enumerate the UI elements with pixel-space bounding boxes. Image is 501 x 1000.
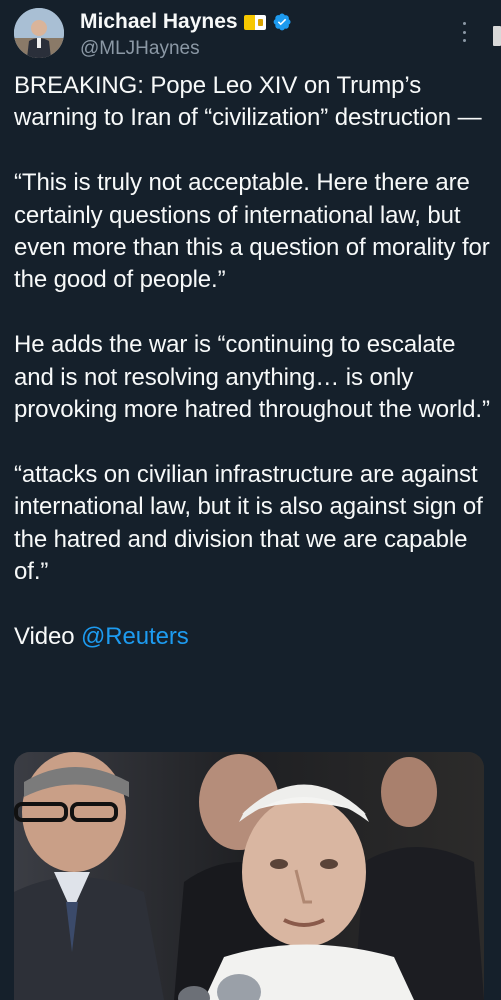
tweet-paragraph: “This is truly not acceptable. Here ther… — [14, 169, 490, 294]
tweet-view: Michael Haynes @MLJHaynes BREAKING: Pope… — [0, 0, 501, 1000]
more-options-icon[interactable] — [461, 22, 467, 42]
scrollbar-thumb[interactable] — [493, 26, 501, 46]
video-player[interactable] — [14, 752, 484, 1000]
video-thumbnail — [14, 752, 484, 1000]
video-credit-label: Video — [14, 622, 75, 650]
verified-badge-icon — [273, 13, 291, 31]
tweet-header: Michael Haynes @MLJHaynes — [14, 8, 493, 64]
tweet-paragraph: BREAKING: Pope Leo XIV on Trump’s warnin… — [14, 72, 482, 132]
avatar[interactable] — [14, 8, 64, 58]
avatar-image — [14, 8, 64, 58]
reuters-mention-link[interactable]: @Reuters — [81, 623, 189, 650]
tweet-text: BREAKING: Pope Leo XIV on Trump’s warnin… — [14, 70, 490, 653]
video-credit: Video @Reuters — [14, 621, 490, 653]
author-handle[interactable]: @MLJHaynes — [80, 36, 292, 62]
author-name-row: Michael Haynes — [80, 10, 292, 34]
author-display-name[interactable]: Michael Haynes — [80, 10, 238, 34]
vatican-flag-icon — [243, 14, 266, 30]
tweet-paragraph: He adds the war is “continuing to escala… — [14, 331, 490, 424]
author-names: Michael Haynes @MLJHaynes — [80, 10, 292, 62]
tweet-paragraph: “attacks on civilian infrastructure are … — [14, 460, 483, 586]
